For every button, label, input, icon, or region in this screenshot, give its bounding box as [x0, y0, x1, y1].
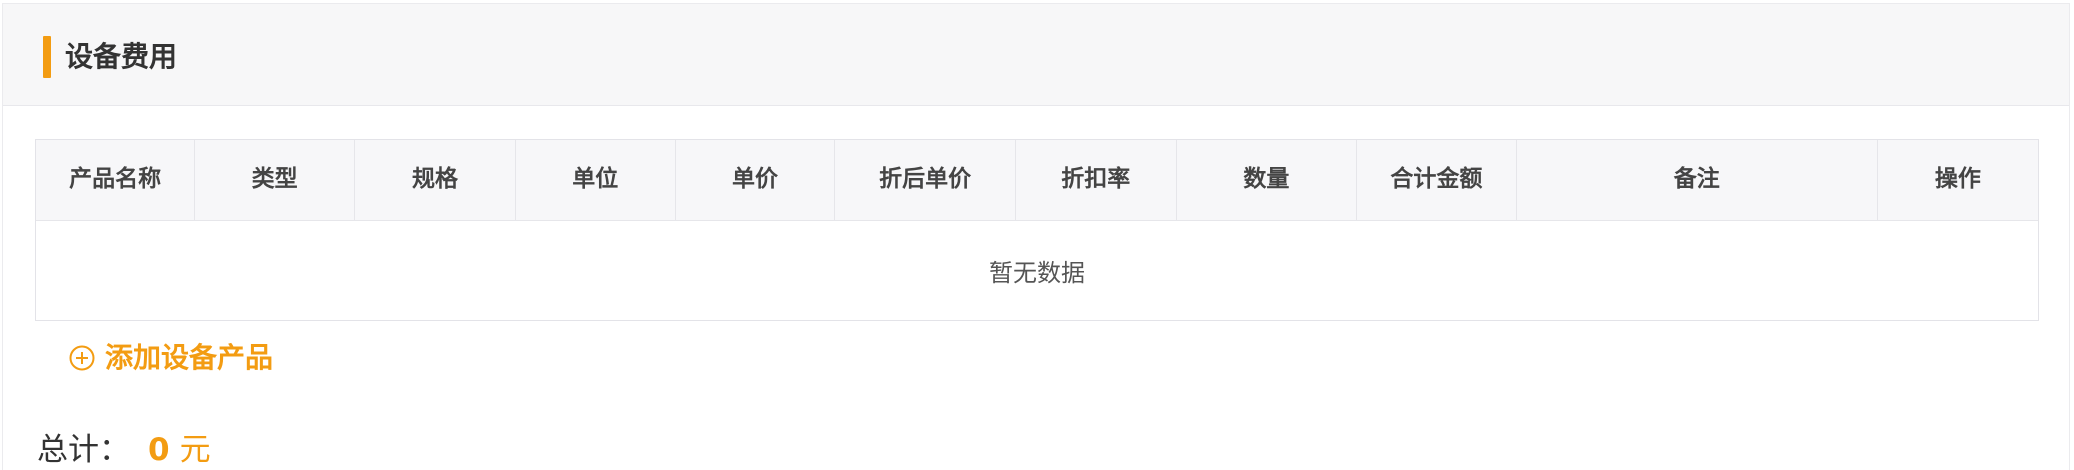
total-summary: 总计： 0 元	[37, 430, 211, 470]
column-header-type: 类型	[194, 140, 356, 221]
total-unit: 元	[179, 432, 211, 468]
total-value: 0	[148, 432, 170, 468]
empty-row: 暂无数据	[36, 220, 2038, 321]
plus-circle-icon	[69, 345, 95, 371]
total-label: 总计：	[37, 432, 130, 468]
column-header-unit: 单位	[515, 140, 676, 221]
column-header-amount: 合计金额	[1356, 140, 1517, 221]
column-header-price: 单价	[675, 140, 836, 221]
panel-header: 设备费用	[3, 4, 2069, 106]
equipment-cost-panel: 设备费用 产品名称 类型 规格 单位 单价 折后单价 折扣率 数量 合计金额 备…	[2, 3, 2070, 470]
table-header-row: 产品名称 类型 规格 单位 单价 折后单价 折扣率 数量 合计金额 备注 操作	[36, 140, 2038, 221]
empty-state-text: 暂无数据	[989, 259, 1085, 287]
column-header-actions: 操作	[1877, 140, 2038, 221]
column-header-quantity: 数量	[1176, 140, 1358, 221]
column-header-name: 产品名称	[36, 140, 196, 221]
title-accent-bar	[43, 36, 51, 78]
add-equipment-product-button[interactable]: 添加设备产品	[69, 339, 273, 377]
equipment-table: 产品名称 类型 规格 单位 单价 折后单价 折扣率 数量 合计金额 备注 操作 …	[35, 139, 2039, 321]
panel-title: 设备费用	[65, 40, 178, 73]
add-equipment-product-label: 添加设备产品	[105, 341, 274, 374]
column-header-discount-rate: 折扣率	[1015, 140, 1177, 221]
column-header-spec: 规格	[354, 140, 516, 221]
column-header-remark: 备注	[1516, 140, 1878, 221]
column-header-discount-price: 折后单价	[834, 140, 1016, 221]
